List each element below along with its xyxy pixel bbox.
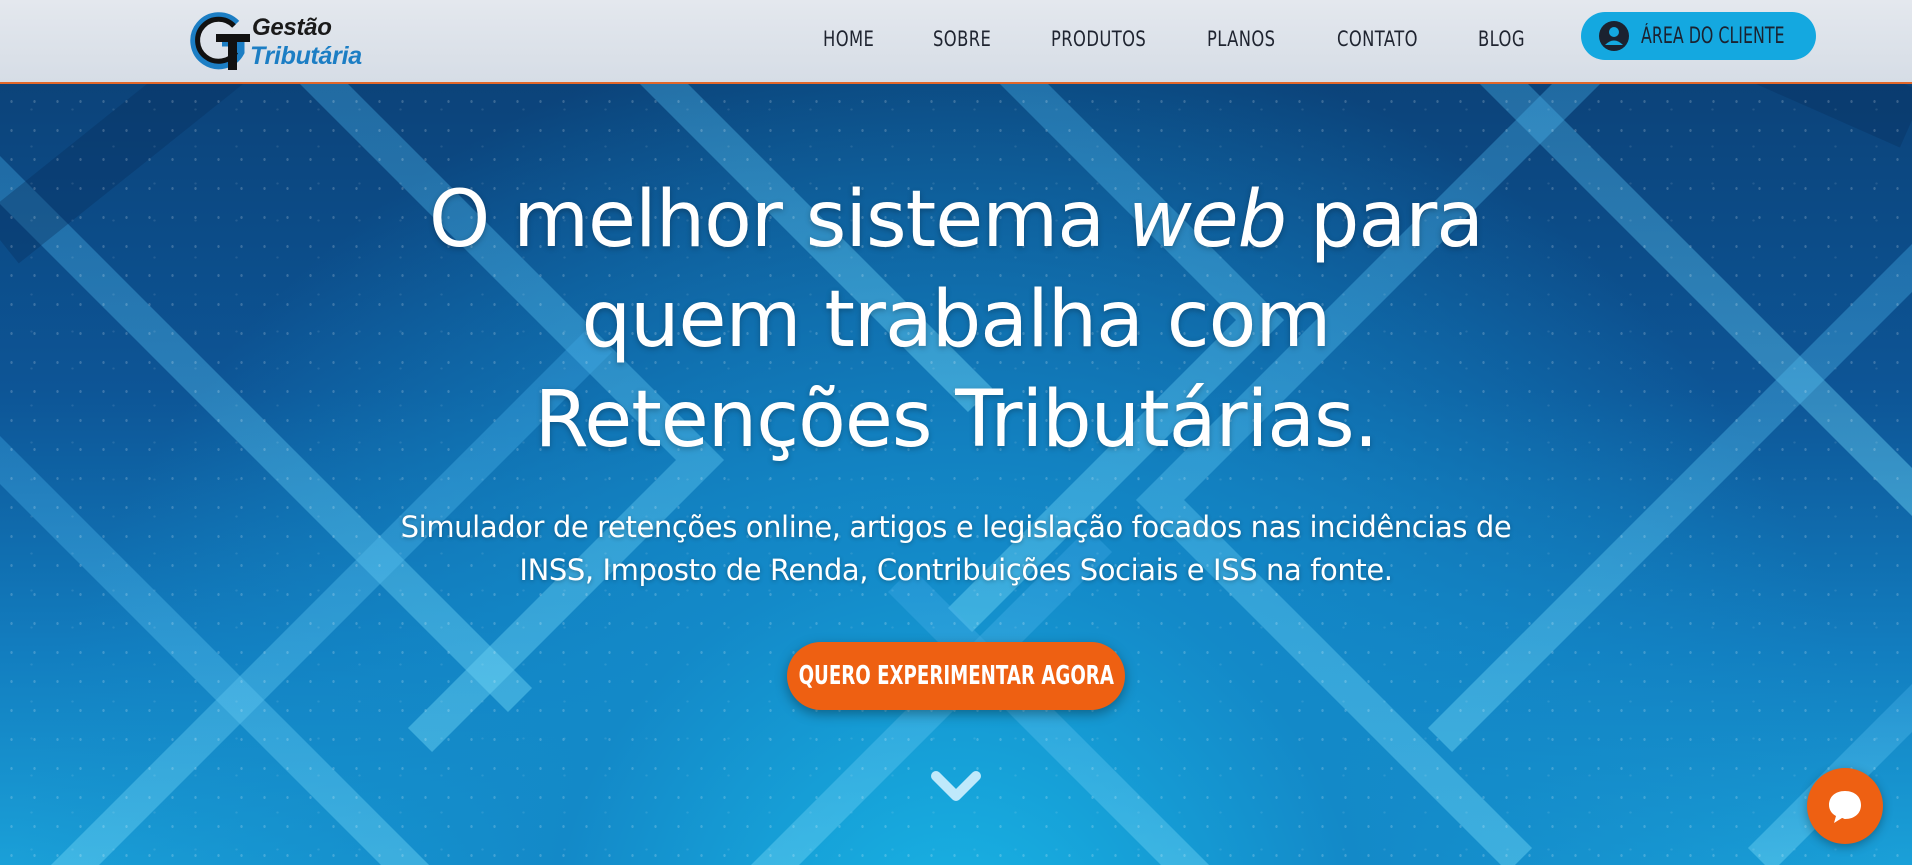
gt-logo-mark-icon (190, 12, 250, 70)
nav-blog[interactable]: BLOG (1478, 27, 1533, 51)
brand-logo[interactable]: Gestão Tributária (190, 10, 380, 74)
chat-bubble-icon (1829, 791, 1861, 823)
hero-headline: O melhor sistema web para quem trabalha … (306, 170, 1606, 470)
subtitle-line-2: INSS, Imposto de Renda, Contribuições So… (519, 553, 1393, 587)
hero-subtitle: Simulador de retenções online, artigos e… (256, 506, 1656, 592)
user-circle-icon (1599, 21, 1629, 51)
logo-text-gestao: Gestão (252, 14, 332, 41)
nav-contato[interactable]: CONTATO (1337, 27, 1447, 51)
try-now-button[interactable]: QUERO EXPERIMENTAR AGORA (787, 642, 1125, 710)
client-area-label: ÁREA DO CLIENTE (1641, 23, 1785, 49)
chevron-down-icon[interactable] (930, 768, 982, 804)
nav-sobre[interactable]: SOBRE (933, 27, 1025, 51)
subtitle-line-1: Simulador de retenções online, artigos e… (400, 510, 1512, 544)
nav-home[interactable]: HOME (823, 27, 909, 51)
logo-text-tributaria: Tributária (250, 42, 362, 70)
headline-line-3: Retenções Tributárias. (534, 375, 1379, 465)
main-nav: HOME SOBRE PRODUTOS PLANOS CONTATO BLOG (823, 22, 1548, 56)
client-area-button[interactable]: ÁREA DO CLIENTE (1581, 12, 1816, 60)
chat-button[interactable] (1807, 768, 1883, 844)
headline-part-2: para (1286, 175, 1484, 265)
nav-planos[interactable]: PLANOS (1207, 27, 1308, 51)
headline-emphasis: web (1127, 175, 1287, 265)
headline-part-1: O melhor sistema (428, 175, 1128, 265)
nav-produtos[interactable]: PRODUTOS (1051, 27, 1173, 51)
top-header: Gestão Tributária HOME SOBRE PRODUTOS PL… (0, 0, 1912, 84)
try-now-label: QUERO EXPERIMENTAR AGORA (798, 661, 1114, 691)
headline-line-2: quem trabalha com (581, 275, 1332, 365)
